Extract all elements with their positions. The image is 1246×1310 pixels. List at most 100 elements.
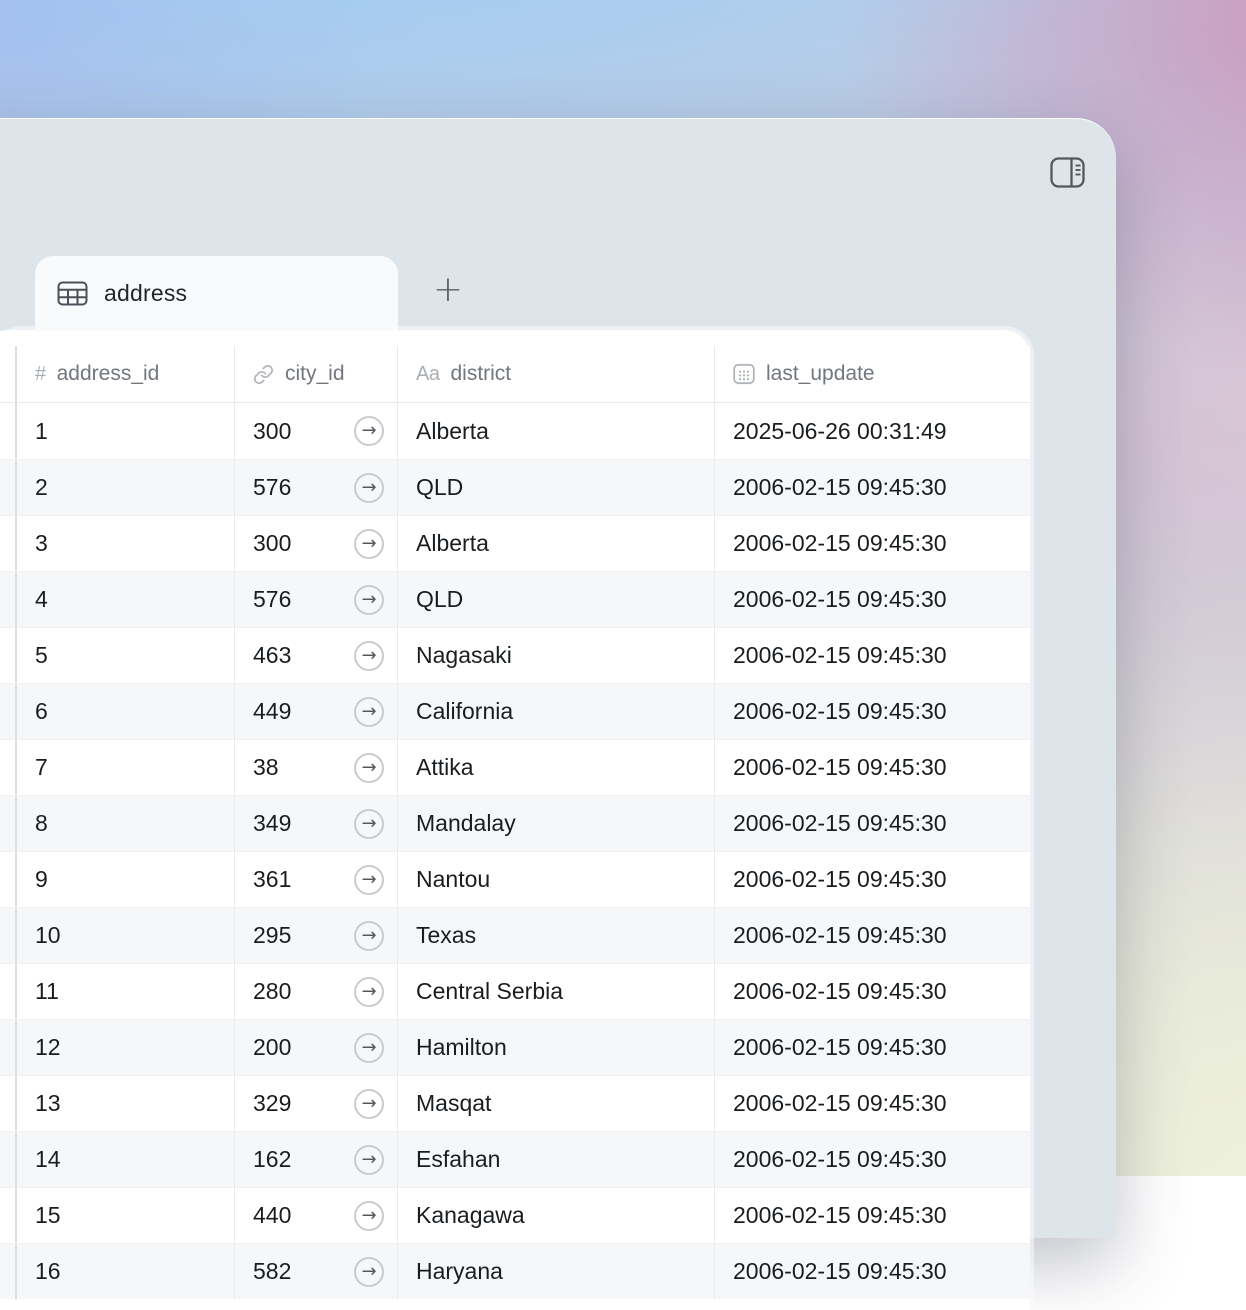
cell-city-id[interactable]: 440 → [235,1188,398,1243]
cell-district[interactable]: QLD [398,460,715,515]
cell-address[interactable] [0,628,17,683]
foreign-key-arrow-button[interactable]: → [354,976,384,1007]
cell-last-update[interactable]: 2006-02-15 09:45:30 [715,740,1030,795]
cell-district[interactable]: California [398,684,715,739]
new-tab-button[interactable]: + [426,268,470,312]
cell-address-id[interactable]: 11 [17,964,235,1019]
cell-last-update[interactable]: 2006-02-15 09:45:30 [715,460,1030,515]
cell-city-id[interactable]: 361 → [235,852,398,907]
cell-address-id[interactable]: 15 [17,1188,235,1243]
cell-address-id[interactable]: 5 [17,628,235,683]
foreign-key-arrow-button[interactable]: → [354,920,384,951]
cell-district[interactable]: Mandalay [398,796,715,851]
cell-last-update[interactable]: 2006-02-15 09:45:30 [715,1076,1030,1131]
foreign-key-arrow-button[interactable]: → [354,1144,384,1175]
foreign-key-arrow-button[interactable]: → [354,528,384,559]
cell-last-update[interactable]: 2006-02-15 09:45:30 [715,516,1030,571]
cell-last-update[interactable]: 2006-02-15 09:45:30 [715,1020,1030,1075]
column-header-city-id[interactable]: city_id [235,346,398,402]
cell-city-id[interactable]: 463 → [235,628,398,683]
cell-address-id[interactable]: 9 [17,852,235,907]
cell-city-id[interactable]: 329 → [235,1076,398,1131]
table-row[interactable]: 9 361 → Nantou 2006-02-15 09:45:30 [0,851,1030,907]
cell-address-id[interactable]: 10 [17,908,235,963]
cell-district[interactable]: Kanagawa [398,1188,715,1243]
cell-district[interactable]: Nagasaki [398,628,715,683]
cell-address-id[interactable]: 6 [17,684,235,739]
cell-city-id[interactable]: 280 → [235,964,398,1019]
cell-address[interactable] [0,1076,17,1131]
column-header-district[interactable]: Aa district [398,346,715,402]
cell-address[interactable] [0,1188,17,1243]
cell-address[interactable] [0,684,17,739]
table-row[interactable]: 6 449 → California 2006-02-15 09:45:30 [0,683,1030,739]
column-header-address-id[interactable]: # address_id [17,346,235,402]
cell-address-id[interactable]: 1 [17,403,235,459]
foreign-key-arrow-button[interactable]: → [354,696,384,727]
cell-address[interactable] [0,852,17,907]
cell-last-update[interactable]: 2006-02-15 09:45:30 [715,796,1030,851]
cell-last-update[interactable]: 2006-02-15 09:45:30 [715,852,1030,907]
tab-address[interactable]: address [35,256,398,331]
foreign-key-arrow-button[interactable]: → [354,1032,384,1063]
cell-district[interactable]: Alberta [398,516,715,571]
cell-district[interactable]: Nantou [398,852,715,907]
table-row[interactable]: 5 463 → Nagasaki 2006-02-15 09:45:30 [0,627,1030,683]
table-row[interactable]: 7 38 → Attika 2006-02-15 09:45:30 [0,739,1030,795]
table-row[interactable]: 3 300 → Alberta 2006-02-15 09:45:30 [0,515,1030,571]
cell-city-id[interactable]: 38 → [235,740,398,795]
table-row[interactable]: 8 349 → Mandalay 2006-02-15 09:45:30 [0,795,1030,851]
cell-last-update[interactable]: 2006-02-15 09:45:30 [715,628,1030,683]
cell-address[interactable]: rk... [0,964,17,1019]
cell-address[interactable] [0,1244,17,1299]
table-row[interactable]: rk... 11 280 → Central Serbia 2006-02-15 09:4… [0,963,1030,1019]
cell-district[interactable]: Esfahan [398,1132,715,1187]
foreign-key-arrow-button[interactable]: → [354,472,384,503]
cell-address[interactable] [0,403,17,459]
foreign-key-arrow-button[interactable]: → [354,752,384,783]
table-row[interactable]: 1 300 → Alberta 2025-06-26 00:31:49 [0,403,1030,459]
table-row[interactable]: 2 576 → QLD 2006-02-15 09:45:30 [0,459,1030,515]
foreign-key-arrow-button[interactable]: → [354,1200,384,1231]
table-row[interactable]: 15 440 → Kanagawa 2006-02-15 09:45:30 [0,1187,1030,1243]
foreign-key-arrow-button[interactable]: → [354,640,384,671]
cell-district[interactable]: Hamilton [398,1020,715,1075]
cell-last-update[interactable]: 2006-02-15 09:45:30 [715,908,1030,963]
cell-district[interactable]: Central Serbia [398,964,715,1019]
cell-city-id[interactable]: 295 → [235,908,398,963]
cell-address-id[interactable]: 8 [17,796,235,851]
column-header-last-update[interactable]: last_update [715,346,1030,402]
cell-last-update[interactable]: 2006-02-15 09:45:30 [715,684,1030,739]
table-row[interactable]: Way 10 295 → Texas 2006-02-15 09:45:30 [0,907,1030,963]
cell-address[interactable] [0,796,17,851]
cell-address-id[interactable]: 13 [17,1076,235,1131]
cell-address[interactable] [0,1020,17,1075]
sidebar-toggle-button[interactable] [1050,157,1086,189]
foreign-key-arrow-button[interactable]: → [354,1256,384,1287]
table-row[interactable]: 13 329 → Masqat 2006-02-15 09:45:30 [0,1075,1030,1131]
table-row[interactable]: 14 162 → Esfahan 2006-02-15 09:45:30 [0,1131,1030,1187]
cell-city-id[interactable]: 349 → [235,796,398,851]
cell-address[interactable]: Way [0,908,17,963]
cell-city-id[interactable]: 576 → [235,572,398,627]
cell-address[interactable] [0,572,17,627]
cell-address[interactable] [0,460,17,515]
cell-address-id[interactable]: 14 [17,1132,235,1187]
table-row[interactable]: 16 582 → Haryana 2006-02-15 09:45:30 [0,1243,1030,1299]
cell-address-id[interactable]: 4 [17,572,235,627]
cell-city-id[interactable]: 300 → [235,403,398,459]
cell-address-id[interactable]: 12 [17,1020,235,1075]
cell-address-id[interactable]: 16 [17,1244,235,1299]
foreign-key-arrow-button[interactable]: → [354,808,384,839]
foreign-key-arrow-button[interactable]: → [354,416,384,446]
cell-address[interactable] [0,1132,17,1187]
table-row[interactable]: 4 576 → QLD 2006-02-15 09:45:30 [0,571,1030,627]
foreign-key-arrow-button[interactable]: → [354,584,384,615]
cell-last-update[interactable]: 2006-02-15 09:45:30 [715,1244,1030,1299]
cell-last-update[interactable]: 2006-02-15 09:45:30 [715,572,1030,627]
cell-district[interactable]: Masqat [398,1076,715,1131]
cell-address-id[interactable]: 2 [17,460,235,515]
cell-address-id[interactable]: 7 [17,740,235,795]
cell-district[interactable]: QLD [398,572,715,627]
cell-city-id[interactable]: 582 → [235,1244,398,1299]
